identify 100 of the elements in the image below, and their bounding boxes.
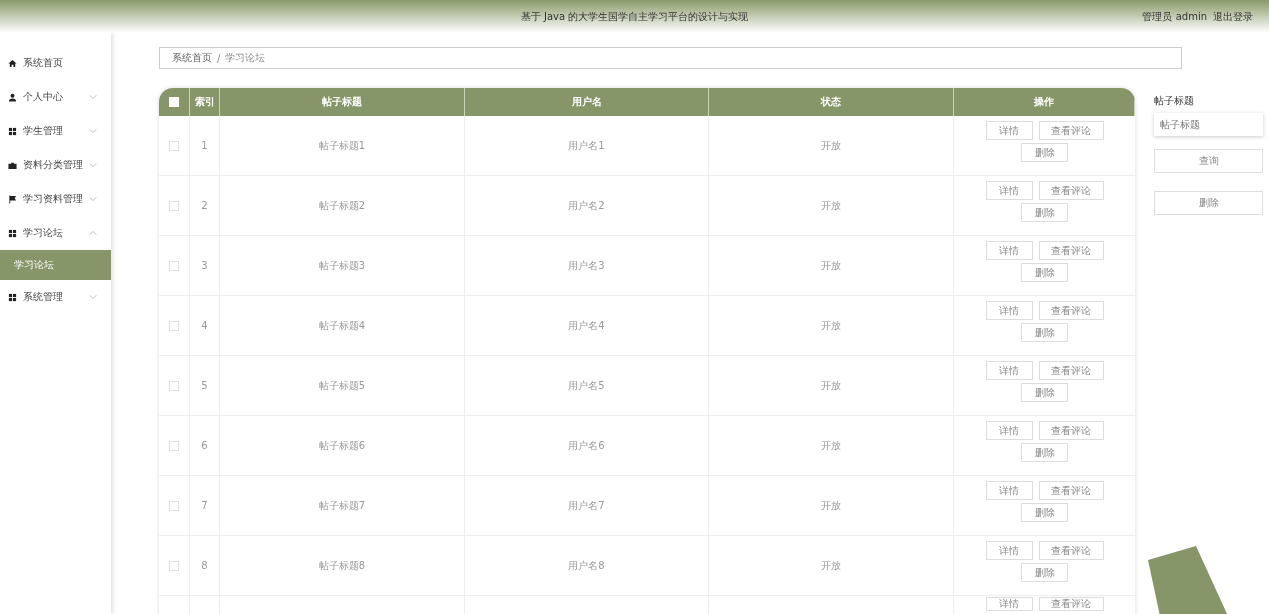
table-cell: 帖子标题7 xyxy=(318,498,366,513)
comments-button[interactable]: 查看评论 xyxy=(1038,597,1104,611)
table-cell: 用户名1 xyxy=(568,138,605,153)
grid-icon xyxy=(8,292,17,302)
table-cell: 用户名7 xyxy=(568,498,605,513)
admin-label: 管理员 admin xyxy=(1142,10,1207,24)
table-cell: 3 xyxy=(201,260,208,271)
table-cell: 用户名6 xyxy=(568,438,605,453)
table-cell: 7 xyxy=(201,500,208,511)
details-button[interactable]: 详情 xyxy=(985,121,1033,140)
row-checkbox[interactable] xyxy=(169,380,179,391)
grid-icon xyxy=(8,228,17,238)
table-cell: 开放 xyxy=(821,558,841,573)
menu-item[interactable]: 个人中心 xyxy=(0,80,111,114)
comments-button[interactable]: 查看评论 xyxy=(1038,361,1104,380)
table-cell: 用户名3 xyxy=(568,258,605,273)
logout-link[interactable]: 退出登录 xyxy=(1213,10,1253,24)
breadcrumb-current: 学习论坛 xyxy=(225,51,266,65)
home-icon xyxy=(8,58,17,68)
delete-button[interactable]: 删除 xyxy=(1021,563,1068,582)
table-cell: 开放 xyxy=(821,138,841,153)
details-button[interactable]: 详情 xyxy=(985,541,1033,560)
chevron-icon xyxy=(89,128,97,134)
flag-icon xyxy=(8,194,17,204)
table-cell: 8 xyxy=(201,560,208,571)
chevron-icon xyxy=(89,94,97,100)
briefcase-icon xyxy=(8,160,17,170)
table-cell: 用户名4 xyxy=(568,318,605,333)
menu-item[interactable]: 资料分类管理 xyxy=(0,148,111,182)
table-cell: 帖子标题4 xyxy=(318,318,366,333)
table-cell: 6 xyxy=(201,440,208,451)
comments-button[interactable]: 查看评论 xyxy=(1038,541,1104,560)
column-header: 状态 xyxy=(709,88,954,116)
comments-button[interactable]: 查看评论 xyxy=(1038,181,1104,200)
row-checkbox[interactable] xyxy=(169,320,179,331)
details-button[interactable]: 详情 xyxy=(985,481,1033,500)
column-header: 帖子标题 xyxy=(220,88,465,116)
breadcrumb-link[interactable]: 系统首页 xyxy=(172,51,212,65)
table-cell: 开放 xyxy=(821,378,841,393)
grid-icon xyxy=(8,126,17,136)
table-cell: 帖子标题2 xyxy=(318,198,366,213)
comments-button[interactable]: 查看评论 xyxy=(1038,121,1104,140)
table-cell: 用户名2 xyxy=(568,198,605,213)
table-cell: 4 xyxy=(201,320,208,331)
table-cell: 用户名5 xyxy=(568,378,605,393)
menu-item[interactable]: 系统管理 xyxy=(0,280,111,314)
table-cell: 帖子标题1 xyxy=(318,138,366,153)
menu-item[interactable]: 学习资料管理 xyxy=(0,182,111,216)
search-label: 帖子标题 xyxy=(1154,94,1195,108)
row-checkbox[interactable] xyxy=(169,560,179,571)
table-cell: 5 xyxy=(201,380,208,391)
table-cell: 帖子标题3 xyxy=(318,258,366,273)
menu-item[interactable]: 系统首页 xyxy=(0,46,111,80)
details-button[interactable]: 详情 xyxy=(985,241,1033,260)
search-field[interactable]: 帖子标题 xyxy=(1154,113,1263,136)
details-button[interactable]: 详情 xyxy=(985,181,1033,200)
row-checkbox[interactable] xyxy=(169,140,179,151)
table-cell: 用户名8 xyxy=(568,558,605,573)
table-cell: 帖子标题6 xyxy=(318,438,366,453)
delete-button[interactable]: 删除 xyxy=(1021,203,1068,222)
chevron-icon xyxy=(89,294,97,300)
comments-button[interactable]: 查看评论 xyxy=(1038,481,1104,500)
delete-button[interactable]: 删除 xyxy=(1021,383,1068,402)
delete-button[interactable]: 删除 xyxy=(1021,263,1068,282)
delete-button[interactable]: 删除 xyxy=(1021,443,1068,462)
details-button[interactable]: 详情 xyxy=(985,421,1033,440)
search-button[interactable]: 查询 xyxy=(1154,149,1263,173)
menu-item[interactable]: 学习论坛 xyxy=(0,216,111,250)
menu-item[interactable]: 学生管理 xyxy=(0,114,111,148)
table-cell: 开放 xyxy=(821,198,841,213)
column-header: 用户名 xyxy=(465,88,709,116)
table-cell: 开放 xyxy=(821,318,841,333)
delete-button[interactable]: 删除 xyxy=(1021,143,1068,162)
row-checkbox[interactable] xyxy=(169,500,179,511)
chevron-icon xyxy=(89,230,97,236)
delete-button[interactable]: 删除 xyxy=(1021,503,1068,522)
select-all-checkbox[interactable] xyxy=(169,97,179,107)
delete-button[interactable]: 删除 xyxy=(1021,323,1068,342)
table-cell: 1 xyxy=(201,140,208,151)
chevron-icon xyxy=(89,162,97,168)
table-cell: 开放 xyxy=(821,258,841,273)
table-cell: 帖子标题5 xyxy=(318,378,366,393)
comments-button[interactable]: 查看评论 xyxy=(1038,421,1104,440)
row-checkbox[interactable] xyxy=(169,260,179,271)
submenu-item[interactable]: 学习论坛 xyxy=(0,250,111,280)
row-checkbox[interactable] xyxy=(169,200,179,211)
row-checkbox[interactable] xyxy=(169,440,179,451)
comments-button[interactable]: 查看评论 xyxy=(1038,241,1104,260)
table-cell: 开放 xyxy=(821,498,841,513)
column-header: 索引 xyxy=(190,88,220,116)
site-title: 基于 Java 的大学生国学自主学习平台的设计与实现 xyxy=(520,9,749,24)
breadcrumb-separator: / xyxy=(217,52,221,64)
user-icon xyxy=(8,92,17,102)
details-button[interactable]: 详情 xyxy=(985,361,1033,380)
details-button[interactable]: 详情 xyxy=(985,597,1033,611)
delete-button[interactable]: 删除 xyxy=(1154,191,1263,215)
chevron-icon xyxy=(89,196,97,202)
table-cell: 帖子标题8 xyxy=(318,558,366,573)
comments-button[interactable]: 查看评论 xyxy=(1038,301,1104,320)
details-button[interactable]: 详情 xyxy=(985,301,1033,320)
